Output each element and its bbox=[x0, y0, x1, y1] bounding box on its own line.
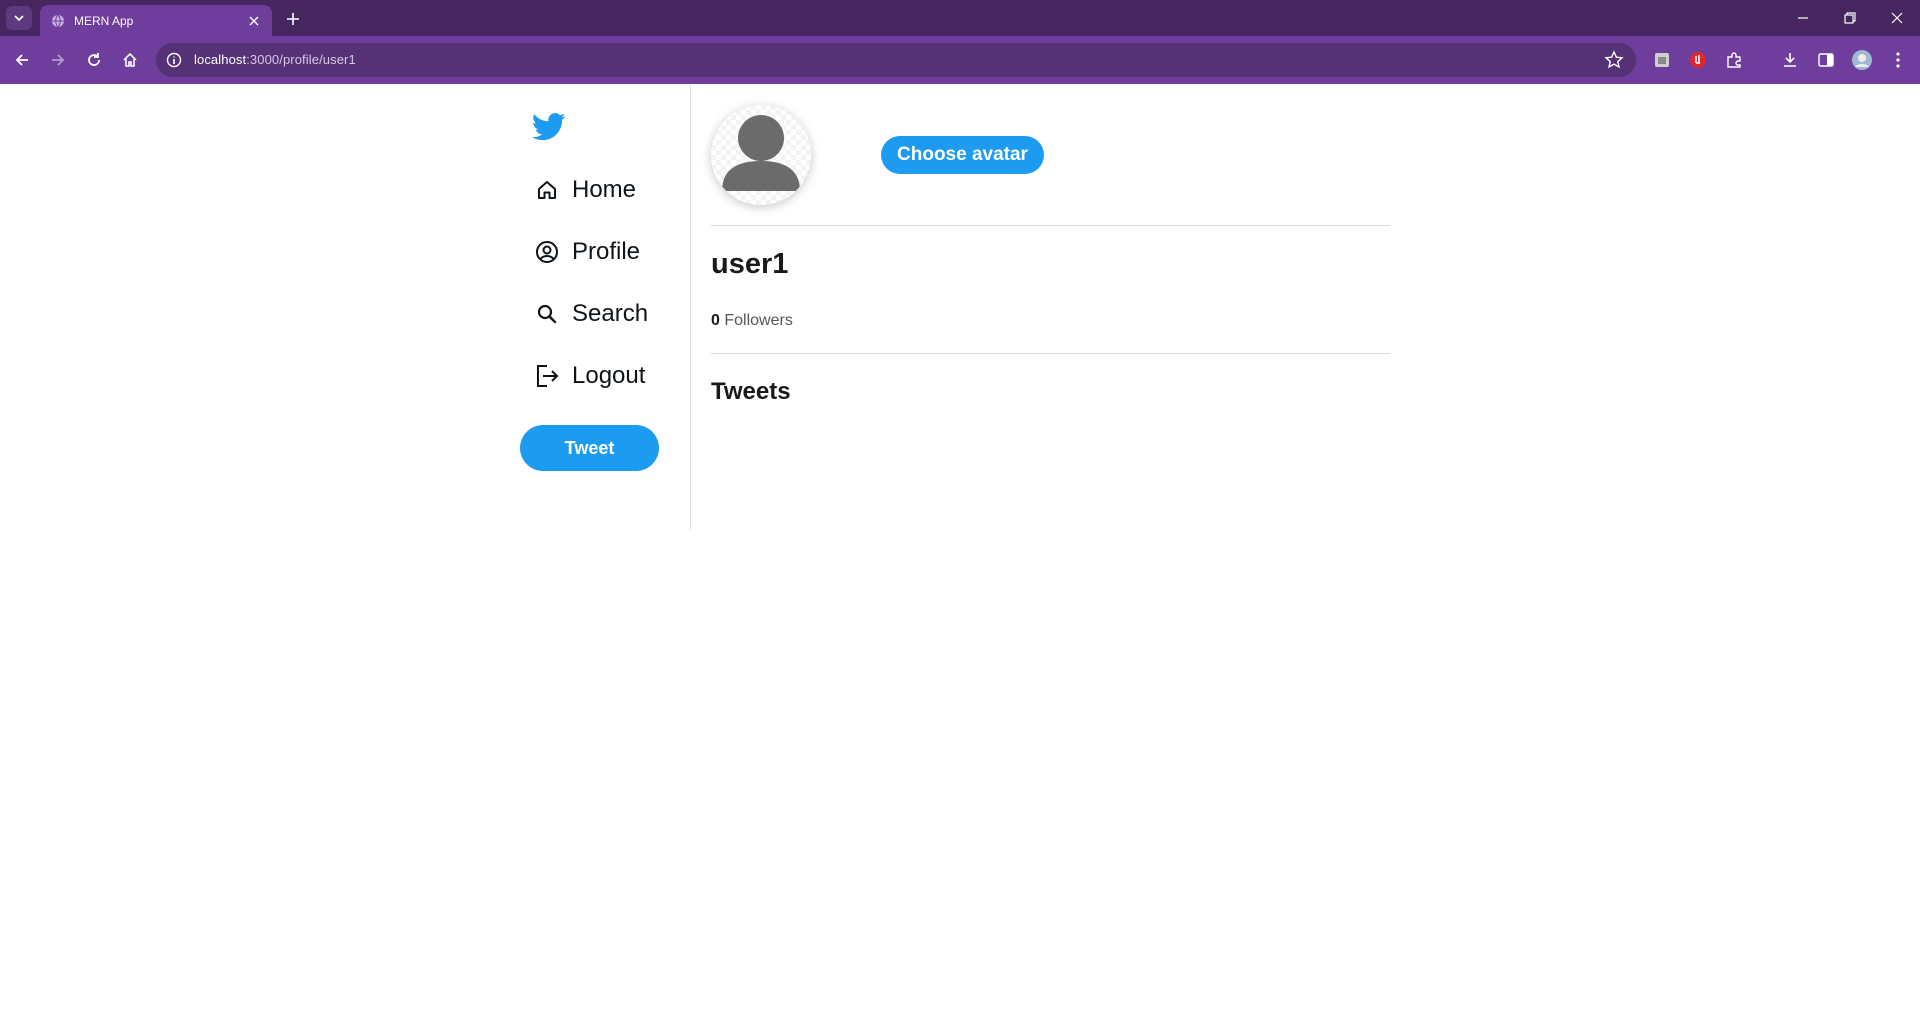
side-panel-icon[interactable] bbox=[1812, 46, 1840, 74]
back-icon[interactable] bbox=[8, 46, 36, 74]
home-icon bbox=[534, 177, 560, 203]
tweet-button[interactable]: Tweet bbox=[520, 425, 659, 471]
site-info-icon[interactable] bbox=[166, 52, 182, 68]
twitter-bird-icon[interactable] bbox=[532, 112, 566, 142]
sidebar-item-home[interactable]: Home bbox=[534, 172, 636, 208]
close-window-icon[interactable] bbox=[1874, 4, 1920, 32]
bookmark-star-icon[interactable] bbox=[1604, 50, 1624, 70]
sidebar-item-logout[interactable]: Logout bbox=[534, 358, 645, 394]
logout-icon bbox=[534, 363, 560, 389]
kebab-menu-icon[interactable] bbox=[1884, 46, 1912, 74]
profile-username: user1 bbox=[711, 248, 789, 280]
globe-icon bbox=[50, 13, 66, 29]
page-content: Home Profile Search Logout Tweet Choose … bbox=[0, 84, 1920, 1028]
sidebar-item-profile[interactable]: Profile bbox=[534, 234, 640, 270]
sidebar-item-label: Logout bbox=[572, 362, 646, 389]
url-text: localhost:3000/profile/user1 bbox=[194, 52, 356, 67]
sidebar-item-label: Search bbox=[572, 300, 649, 327]
avatar bbox=[711, 105, 811, 205]
default-user-avatar-icon bbox=[711, 105, 811, 205]
sidebar: Home Profile Search Logout Tweet bbox=[500, 84, 691, 530]
sidebar-item-search[interactable]: Search bbox=[534, 296, 648, 332]
followers-count: 0 Followers bbox=[711, 312, 793, 330]
sidebar-item-label: Profile bbox=[572, 238, 641, 265]
followers-number: 0 bbox=[711, 312, 720, 329]
new-tab-icon[interactable] bbox=[282, 8, 304, 30]
tab-search-button[interactable] bbox=[6, 6, 32, 30]
profile-main: Choose avatar user1 0 Followers Tweets bbox=[711, 84, 1390, 584]
chevron-down-icon bbox=[14, 15, 24, 22]
profile-avatar-icon[interactable] bbox=[1848, 46, 1876, 74]
address-bar[interactable]: localhost:3000/profile/user1 bbox=[156, 43, 1636, 77]
browser-tabstrip: MERN App bbox=[0, 0, 1920, 36]
browser-toolbar: localhost:3000/profile/user1 bbox=[0, 36, 1920, 84]
tweets-heading: Tweets bbox=[711, 378, 791, 405]
extensions-puzzle-icon[interactable] bbox=[1720, 46, 1748, 74]
restore-icon[interactable] bbox=[1827, 4, 1873, 32]
browser-tab[interactable]: MERN App bbox=[40, 5, 272, 36]
minimize-icon[interactable] bbox=[1780, 4, 1826, 32]
tab-title: MERN App bbox=[74, 13, 134, 28]
extension-icon[interactable] bbox=[1648, 46, 1676, 74]
download-icon[interactable] bbox=[1776, 46, 1804, 74]
divider bbox=[711, 225, 1390, 226]
choose-avatar-button[interactable]: Choose avatar bbox=[881, 136, 1044, 174]
home-page-icon[interactable] bbox=[116, 46, 144, 74]
reload-icon[interactable] bbox=[80, 46, 108, 74]
divider bbox=[711, 353, 1390, 354]
sidebar-item-label: Home bbox=[572, 176, 637, 203]
forward-icon[interactable] bbox=[44, 46, 72, 74]
extension-red-icon[interactable] bbox=[1684, 46, 1712, 74]
search-icon bbox=[534, 301, 560, 327]
close-tab-icon[interactable] bbox=[244, 11, 264, 31]
followers-label: Followers bbox=[724, 312, 793, 329]
user-circle-icon bbox=[534, 239, 560, 265]
